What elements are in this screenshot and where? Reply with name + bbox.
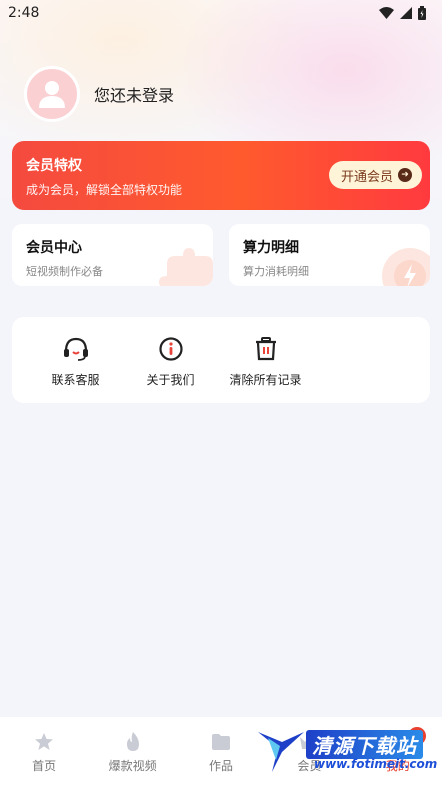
- tab-vip[interactable]: 会员: [269, 731, 349, 786]
- tab-works[interactable]: 作品: [181, 731, 261, 786]
- user-icon: [387, 731, 409, 753]
- tab-label: 会员: [297, 759, 322, 773]
- status-icons: [379, 6, 426, 20]
- login-prompt[interactable]: 您还未登录: [94, 82, 174, 106]
- info-icon: [157, 335, 185, 363]
- profile-section[interactable]: 您还未登录: [24, 66, 174, 122]
- tools-panel: 联系客服 关于我们 清除所有记录: [12, 317, 430, 403]
- avatar[interactable]: [24, 66, 80, 122]
- compute-detail-card[interactable]: 算力明细 算力消耗明细: [229, 224, 430, 286]
- star-icon: [33, 731, 55, 753]
- clear-records-button[interactable]: 清除所有记录: [218, 335, 313, 403]
- tab-hot-videos[interactable]: 爆款视频: [93, 731, 173, 786]
- headset-icon: [62, 335, 90, 363]
- wifi-icon: [379, 7, 394, 19]
- status-bar: 2:48: [0, 0, 442, 26]
- power-decoration-icon: [382, 248, 430, 286]
- crown-icon: [298, 731, 320, 753]
- bottom-tab-bar: 首页 爆款视频 作品 会员 我的 36: [0, 717, 442, 786]
- tab-label: 爆款视频: [108, 759, 157, 773]
- vip-banner[interactable]: 会员特权 成为会员，解锁全部特权功能 开通会员 ➜: [12, 141, 430, 210]
- folder-icon: [210, 731, 232, 753]
- tab-label: 首页: [32, 759, 57, 773]
- about-us-button[interactable]: 关于我们: [123, 335, 218, 403]
- vip-center-card[interactable]: 会员中心 短视频制作必备: [12, 224, 213, 286]
- flame-icon: [122, 731, 144, 753]
- open-vip-button[interactable]: 开通会员 ➜: [328, 161, 422, 189]
- open-vip-label: 开通会员: [340, 169, 393, 185]
- tool-label: 关于我们: [146, 373, 195, 387]
- tab-label: 作品: [208, 759, 233, 773]
- tab-home[interactable]: 首页: [4, 731, 84, 786]
- tool-label: 清除所有记录: [229, 373, 302, 387]
- tool-label: 联系客服: [51, 373, 100, 387]
- contact-service-button[interactable]: 联系客服: [28, 335, 123, 403]
- status-time: 2:48: [8, 5, 40, 21]
- trash-icon: [252, 335, 280, 363]
- tab-label: 我的: [385, 759, 410, 773]
- user-avatar-icon: [39, 81, 65, 108]
- notification-badge: 36: [407, 727, 426, 745]
- puzzle-decoration-icon: [159, 248, 213, 286]
- signal-icon: [400, 7, 412, 19]
- tab-mine[interactable]: 我的 36: [358, 727, 438, 786]
- arrow-right-icon: ➜: [398, 168, 412, 182]
- battery-icon: [418, 6, 426, 20]
